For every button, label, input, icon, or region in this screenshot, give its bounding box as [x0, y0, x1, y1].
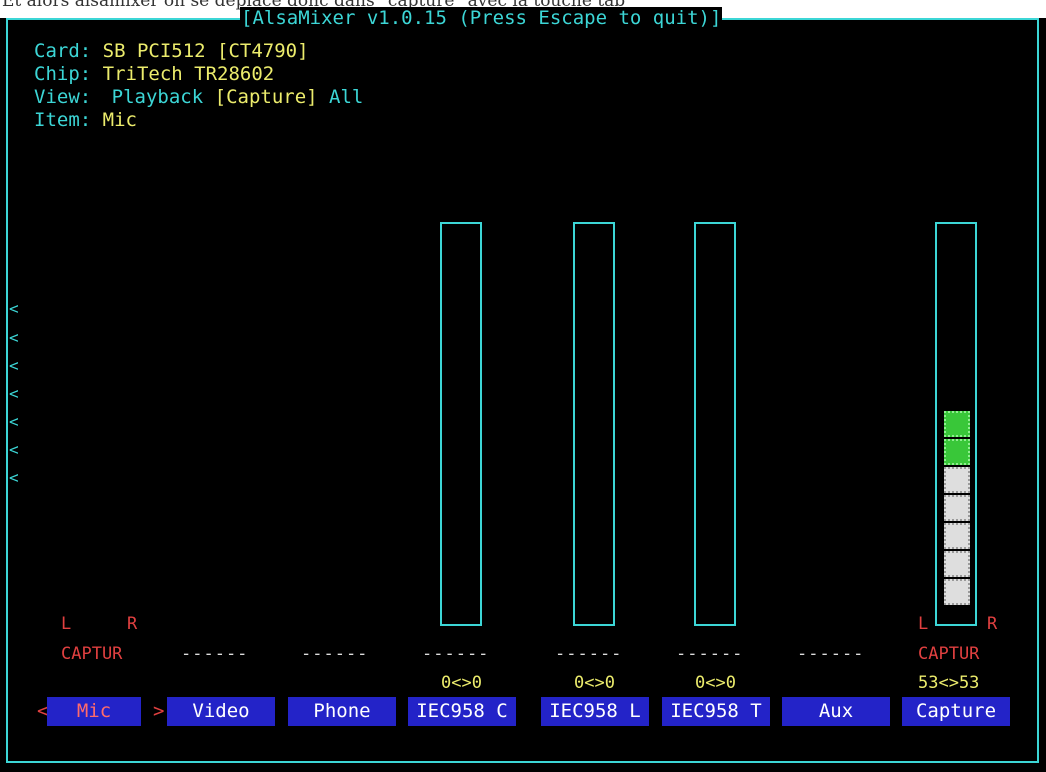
- level-segment: [944, 551, 970, 577]
- item-info: Item: Mic: [34, 109, 137, 131]
- view-playback-option[interactable]: Playback: [112, 86, 204, 108]
- iec958-t-capture-state: ------: [676, 644, 744, 664]
- channel-iec958-t[interactable]: IEC958 T: [662, 697, 770, 726]
- mic-left-label: L: [61, 614, 72, 634]
- volume-bar-iec958-t[interactable]: [694, 222, 736, 626]
- terminal-window-border: [6, 18, 1039, 763]
- scroll-left-icon: <: [9, 356, 19, 375]
- iec958-c-capture-state: ------: [422, 644, 490, 664]
- level-segment: [944, 467, 970, 493]
- iec958-l-value: 0<>0: [574, 673, 615, 693]
- scroll-left-icon: <: [9, 468, 19, 487]
- scroll-left-icon: <: [9, 384, 19, 403]
- channel-capture[interactable]: Capture: [902, 697, 1010, 726]
- chip-value: TriTech TR28602: [102, 63, 275, 85]
- channel-mic[interactable]: Mic: [47, 697, 141, 726]
- channel-aux[interactable]: Aux: [782, 697, 890, 726]
- channel-video[interactable]: Video: [167, 697, 275, 726]
- card-value: SB PCI512 [CT4790]: [102, 40, 309, 62]
- channel-phone[interactable]: Phone: [288, 697, 396, 726]
- capture-capture-state[interactable]: CAPTUR: [918, 644, 979, 664]
- item-label: Item:: [34, 109, 92, 131]
- volume-bar-capture[interactable]: [935, 222, 977, 626]
- level-segment: [944, 439, 970, 465]
- aux-capture-state: ------: [797, 644, 865, 664]
- level-segment: [944, 579, 970, 605]
- scroll-left-icon: <: [9, 440, 19, 459]
- channel-iec958-c[interactable]: IEC958 C: [408, 697, 516, 726]
- view-capture-option[interactable]: [Capture]: [215, 86, 318, 108]
- phone-capture-state: ------: [301, 644, 369, 664]
- capture-right-label: R: [987, 614, 998, 634]
- channel-iec958-l[interactable]: IEC958 L: [541, 697, 649, 726]
- iec958-l-capture-state: ------: [555, 644, 623, 664]
- scroll-left-icon: <: [9, 328, 19, 347]
- capture-value: 53<>53: [918, 673, 980, 693]
- item-value: Mic: [102, 109, 137, 131]
- iec958-c-value: 0<>0: [441, 673, 482, 693]
- card-info: Card: SB PCI512 [CT4790]: [34, 40, 309, 62]
- chip-label: Chip:: [34, 63, 92, 85]
- level-segment: [944, 523, 970, 549]
- window-title: [AlsaMixer v1.0.15 (Press Escape to quit…: [240, 7, 723, 29]
- chip-info: Chip: TriTech TR28602: [34, 63, 274, 85]
- card-label: Card:: [34, 40, 92, 62]
- scroll-left-icon: <: [9, 412, 19, 431]
- mic-right-label: R: [127, 614, 138, 634]
- view-info: View: Playback [Capture] All: [34, 86, 363, 108]
- view-label: View:: [34, 86, 92, 108]
- scroll-left-icon: <: [9, 299, 19, 318]
- volume-bar-iec958-c[interactable]: [440, 222, 482, 626]
- video-capture-state: ------: [181, 644, 249, 664]
- volume-bar-iec958-l[interactable]: [573, 222, 615, 626]
- level-segment: [944, 495, 970, 521]
- mic-capture-state[interactable]: CAPTUR: [61, 644, 122, 664]
- iec958-t-value: 0<>0: [695, 673, 736, 693]
- view-all-option[interactable]: All: [329, 86, 363, 108]
- capture-left-label: L: [918, 614, 929, 634]
- selection-bracket-right: >: [153, 700, 165, 722]
- level-segment: [944, 411, 970, 437]
